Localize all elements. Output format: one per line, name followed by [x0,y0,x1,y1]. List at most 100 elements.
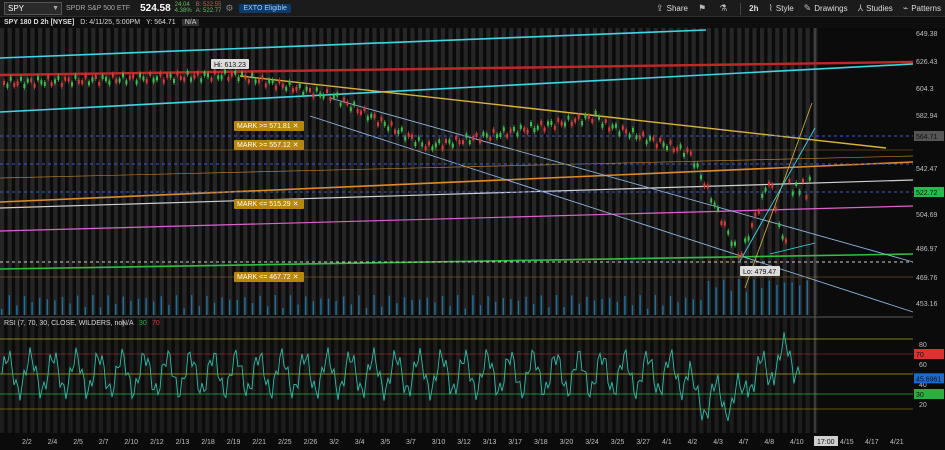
session-stripe [114,28,119,315]
candle-body [744,238,747,243]
date-tick-label: 3/12 [457,439,471,446]
session-stripe [114,318,119,433]
candle-body [132,74,135,79]
candle-body [530,122,532,127]
volume-bar [16,305,18,315]
session-stripe [197,318,202,433]
session-stripe [684,318,689,433]
volume-bar [183,308,185,315]
symbol-text: SPY [8,3,25,13]
rsi-badge: 45.6961 [914,373,944,384]
candle-body [536,125,539,130]
candle-body [621,125,624,130]
interval-button[interactable]: 2h [749,4,758,13]
volume-bar [31,302,33,315]
session-stripe [144,28,149,315]
candle-body [543,127,546,132]
volume-bar [738,279,740,315]
session-stripe [418,28,423,315]
candle-body [54,79,56,84]
date-tick-label: 4/17 [865,439,879,446]
volume-bar [692,299,694,315]
session-stripe [220,318,225,433]
candle-body [258,79,260,84]
session-stripe [159,318,164,433]
volume-bar [358,295,360,315]
style-button[interactable]: ⌇ Style [769,3,794,14]
flag-button[interactable]: ⚑ [698,3,709,14]
session-stripe [144,318,149,433]
date-tick-label: 4/15 [840,439,854,446]
volume-bar [525,296,527,315]
candle-body [383,121,386,126]
chart-area[interactable]: Hi: 613.23 Lo: 479.47 MARK >= 571.81 ✕ MARK… [0,28,945,450]
candle-body [669,140,672,145]
candle-body [757,209,760,214]
candle-body [713,202,716,207]
candle-body [788,179,791,184]
candle-body [84,74,87,79]
date-tick-label: 2/21 [252,439,266,446]
volume-bar [479,305,482,315]
volume-bar [472,295,474,315]
flask-button[interactable]: ⚗ [719,3,730,14]
candle-body [635,135,638,140]
session-stripe [524,28,529,315]
share-button[interactable]: ⇪ Share [656,3,688,14]
mark-badge-1: MARK >= 571.81 ✕ [234,121,304,131]
exto-eligible-badge[interactable]: EXTO Eligible [239,3,291,13]
volume-bar [312,301,314,315]
candle-body [778,222,781,227]
volume-bar [130,300,132,315]
session-stripe [304,318,309,433]
candle-body [455,135,458,140]
rsi-tick-label: 80 [919,342,927,349]
session-stripe [554,318,559,433]
date-tick-label: 4/2 [688,439,698,446]
session-stripe [600,318,605,433]
hi-label: Hi: 613.23 [214,62,246,69]
volume-bar [502,298,504,315]
candle-body [577,114,580,119]
session-stripe [805,28,810,315]
candle-body [159,72,162,77]
session-stripe [60,318,65,433]
drawings-button[interactable]: ✎ Drawings [804,3,848,14]
session-stripe [798,318,803,433]
session-stripe [577,318,582,433]
gear-icon[interactable]: ⚙ [225,3,233,14]
patterns-button[interactable]: ⌁ Patterns [903,3,941,14]
session-stripe [45,28,50,315]
volume-bar [343,296,345,315]
session-stripe [630,318,635,433]
volume-bar [563,307,565,315]
session-stripe [608,28,613,315]
candle-body [734,241,736,246]
candle-body [662,142,665,147]
date-tick-label: 2/18 [201,439,215,446]
candle-body [305,86,308,91]
candle-body [298,83,301,88]
volume-bar [320,298,322,315]
studies-button[interactable]: ⅄ Studies [858,3,893,14]
candle-body [88,81,90,86]
volume-bar [297,304,299,315]
candle-body [387,126,390,131]
candle-body [771,184,774,189]
candle-body [509,128,512,133]
symbol-selector[interactable]: SPY ▼ [4,1,62,15]
session-stripe [608,318,613,433]
session-stripe [440,318,445,433]
candle-body [625,129,628,134]
session-stripe [570,28,575,315]
candle-body [519,124,522,129]
session-stripe [380,28,385,315]
volume-bar [229,299,231,315]
candle-body [547,121,549,126]
session-stripe [38,28,43,315]
date-tick-label: 4/21 [890,439,904,446]
candle-body [628,134,631,139]
candle-body [6,83,9,88]
candle-body [217,75,220,80]
toolbar: SPY ▼ SPDR S&P 500 ETF 524.58 24.04 4.38… [0,0,945,17]
